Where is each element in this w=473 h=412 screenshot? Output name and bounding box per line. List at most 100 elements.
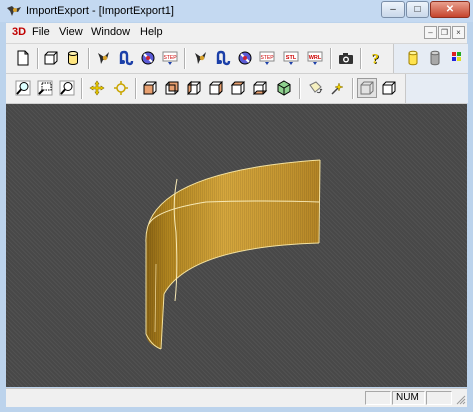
mdi-minimize-button[interactable]: –	[424, 26, 437, 39]
pan-arrows-icon	[89, 80, 105, 96]
global-pan-button[interactable]	[111, 78, 131, 98]
zoom-window-icon	[37, 80, 53, 96]
view-bottom-button[interactable]	[250, 78, 270, 98]
color-button[interactable]	[449, 48, 469, 68]
menu-window[interactable]: Window	[91, 26, 130, 38]
view-right-button[interactable]	[206, 78, 226, 98]
help-button[interactable]: ??	[366, 48, 386, 68]
status-panel-scroll	[426, 391, 452, 405]
toolbar-separator	[352, 78, 354, 99]
toolbar-separator	[184, 48, 186, 69]
hidden-line-on-button[interactable]	[379, 78, 399, 98]
menu-view[interactable]: View	[59, 26, 83, 38]
hidden-line-off-button[interactable]	[357, 78, 377, 98]
magnifier-icon	[59, 80, 75, 96]
menu-bar: 3D File View Window Help – ❐ ×	[6, 23, 467, 44]
vrml-label: WRL	[309, 55, 322, 61]
toolbar-separator	[330, 48, 332, 69]
menu-file[interactable]: File	[32, 26, 50, 38]
wire-cube-icon	[360, 81, 374, 95]
import-iges-button[interactable]	[116, 48, 136, 68]
import-shape-button[interactable]	[138, 48, 158, 68]
view-front-button[interactable]	[140, 78, 160, 98]
zoom-dynamic-button[interactable]	[57, 78, 77, 98]
status-num: NUM	[392, 391, 425, 405]
export-stl-button[interactable]: STL	[281, 48, 301, 68]
cube-front-icon	[143, 81, 157, 95]
screenshot-button[interactable]	[336, 48, 356, 68]
view-left-button[interactable]	[184, 78, 204, 98]
iges-icon	[119, 50, 134, 66]
new-box-button[interactable]	[41, 48, 61, 68]
toolbar-band	[405, 74, 468, 103]
cube-axo-icon	[277, 80, 291, 96]
export-step-button[interactable]: STEP	[257, 48, 277, 68]
menu-logo: 3D	[12, 26, 27, 38]
camera-icon	[339, 53, 353, 64]
cylinder-shaded-icon	[408, 50, 418, 66]
app-window: ImportExport - [ImportExport1] – □ ✕ 3D …	[0, 0, 473, 412]
zoom-window-button[interactable]	[35, 78, 55, 98]
shading-button[interactable]	[403, 48, 423, 68]
cylinder-icon	[68, 51, 78, 65]
toolbar-main: STEP STEP STL WRL ??	[6, 44, 469, 74]
stl-label: STL	[286, 55, 297, 61]
cube-left-icon	[187, 80, 201, 96]
resize-grip-icon[interactable]	[455, 394, 466, 405]
toolbar-view	[6, 74, 468, 104]
zoom-all-button[interactable]	[13, 78, 33, 98]
status-panel-caps	[365, 391, 391, 405]
export-brep-button[interactable]	[191, 48, 211, 68]
global-pan-icon	[114, 81, 128, 95]
export-shape-button[interactable]	[235, 48, 255, 68]
toolbar-separator	[88, 48, 90, 69]
svg-text:?: ?	[372, 51, 380, 66]
mdi-restore-button[interactable]: ❐	[438, 26, 451, 39]
menu-help[interactable]: Help	[140, 26, 163, 38]
view-top-button[interactable]	[228, 78, 248, 98]
new-document-icon	[17, 50, 29, 66]
import-step-button[interactable]: STEP	[160, 48, 180, 68]
pan-button[interactable]	[87, 78, 107, 98]
surface-shape[interactable]	[6, 104, 467, 387]
stl-file-icon: STL	[283, 51, 299, 65]
import-brep-button[interactable]	[94, 48, 114, 68]
toolbar-separator	[81, 78, 83, 99]
vrml-file-icon: WRL	[307, 51, 323, 65]
close-button[interactable]: ✕	[430, 1, 470, 18]
new-document-button[interactable]	[13, 48, 33, 68]
minimize-button[interactable]: –	[381, 1, 405, 18]
export-vrml-button[interactable]: WRL	[305, 48, 325, 68]
import-arrow-icon	[98, 52, 109, 64]
app-logo-icon	[7, 6, 21, 16]
view-back-button[interactable]	[162, 78, 182, 98]
box-icon	[44, 51, 58, 65]
reset-icon	[331, 82, 344, 95]
rotation-button[interactable]	[305, 78, 325, 98]
iges-icon	[216, 50, 231, 66]
3d-viewport[interactable]	[6, 104, 467, 387]
mdi-close-button[interactable]: ×	[452, 26, 465, 39]
cube-back-icon	[165, 81, 179, 95]
step-label: STEP	[260, 55, 274, 61]
cube-right-icon	[209, 80, 223, 96]
toolbar-separator	[37, 48, 39, 69]
new-cylinder-button[interactable]	[63, 48, 83, 68]
toolbar-separator	[360, 48, 362, 69]
maximize-button[interactable]: □	[406, 1, 429, 18]
reset-view-button[interactable]	[328, 78, 348, 98]
solid-cube-icon	[382, 81, 396, 95]
title-bar[interactable]: ImportExport - [ImportExport1] – □ ✕	[0, 0, 473, 22]
status-bar: NUM	[6, 388, 467, 407]
cube-top-icon	[230, 81, 246, 95]
cube-bottom-icon	[252, 81, 268, 95]
rotate-icon	[309, 81, 323, 94]
help-question-icon: ??	[372, 51, 380, 66]
export-arrow-icon	[195, 52, 206, 64]
toolbar-separator	[135, 78, 137, 99]
step-file-icon: STEP	[162, 51, 178, 65]
export-iges-button[interactable]	[213, 48, 233, 68]
zoom-icon	[15, 80, 31, 96]
view-axo-button[interactable]	[274, 78, 294, 98]
material-button[interactable]	[425, 48, 445, 68]
